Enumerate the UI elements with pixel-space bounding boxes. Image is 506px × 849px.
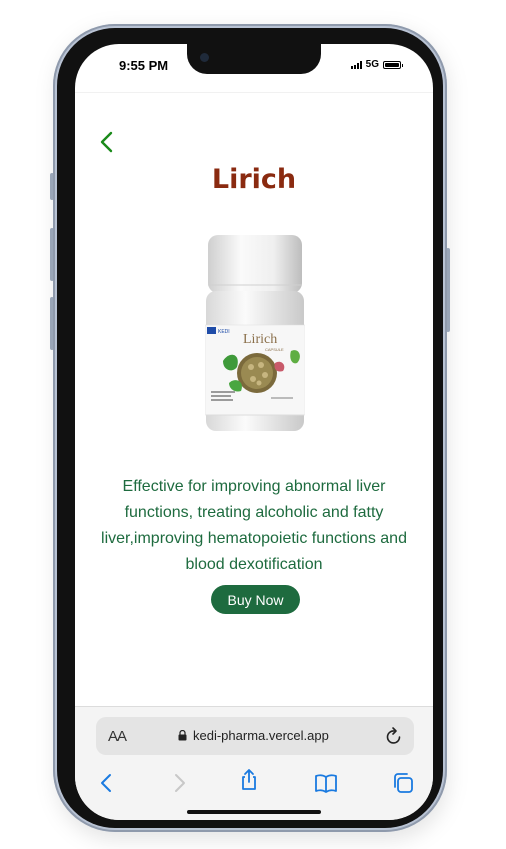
page-title: Lirich — [211, 164, 297, 195]
label-name: Lirich — [243, 332, 277, 347]
phone-frame: 9:55 PM 5G Lirich KEDI Lirich CAPSULE Ef… — [53, 24, 447, 832]
product-image: KEDI Lirich CAPSULE — [204, 233, 306, 437]
browser-toolbar: AA kedi-pharma.vercel.app — [75, 706, 433, 820]
url-text: kedi-pharma.vercel.app — [193, 728, 329, 743]
label-subtitle: CAPSULE — [265, 347, 284, 352]
status-indicators: 5G — [350, 59, 403, 70]
header-divider — [75, 92, 433, 93]
buy-now-button[interactable]: Buy Now — [211, 585, 300, 614]
nav-back-icon[interactable] — [95, 771, 119, 795]
product-description: Effective for improving abnormal liver f… — [101, 478, 407, 573]
tabs-icon[interactable] — [391, 771, 415, 795]
battery-icon — [383, 60, 403, 69]
camera — [200, 53, 209, 62]
screen: 9:55 PM 5G Lirich KEDI Lirich CAPSULE Ef… — [75, 44, 433, 820]
lock-icon — [178, 730, 187, 741]
text-size-button[interactable]: AA — [108, 728, 127, 745]
share-icon[interactable] — [237, 768, 261, 792]
notch — [187, 44, 321, 74]
address-bar[interactable]: AA kedi-pharma.vercel.app — [96, 717, 414, 755]
label-brand: KEDI — [218, 329, 230, 335]
book-icon[interactable] — [314, 771, 338, 795]
signal-icon — [350, 60, 362, 69]
reload-icon[interactable] — [385, 726, 403, 746]
chevron-left-icon — [100, 131, 113, 153]
home-indicator — [187, 810, 321, 814]
phone-bezel: 9:55 PM 5G Lirich KEDI Lirich CAPSULE Ef… — [57, 28, 443, 828]
status-time: 9:55 PM — [119, 58, 169, 73]
nav-forward-icon[interactable] — [167, 771, 191, 795]
network-label: 5G — [365, 59, 379, 70]
url-display[interactable]: kedi-pharma.vercel.app — [178, 728, 329, 743]
back-button[interactable] — [96, 129, 120, 155]
